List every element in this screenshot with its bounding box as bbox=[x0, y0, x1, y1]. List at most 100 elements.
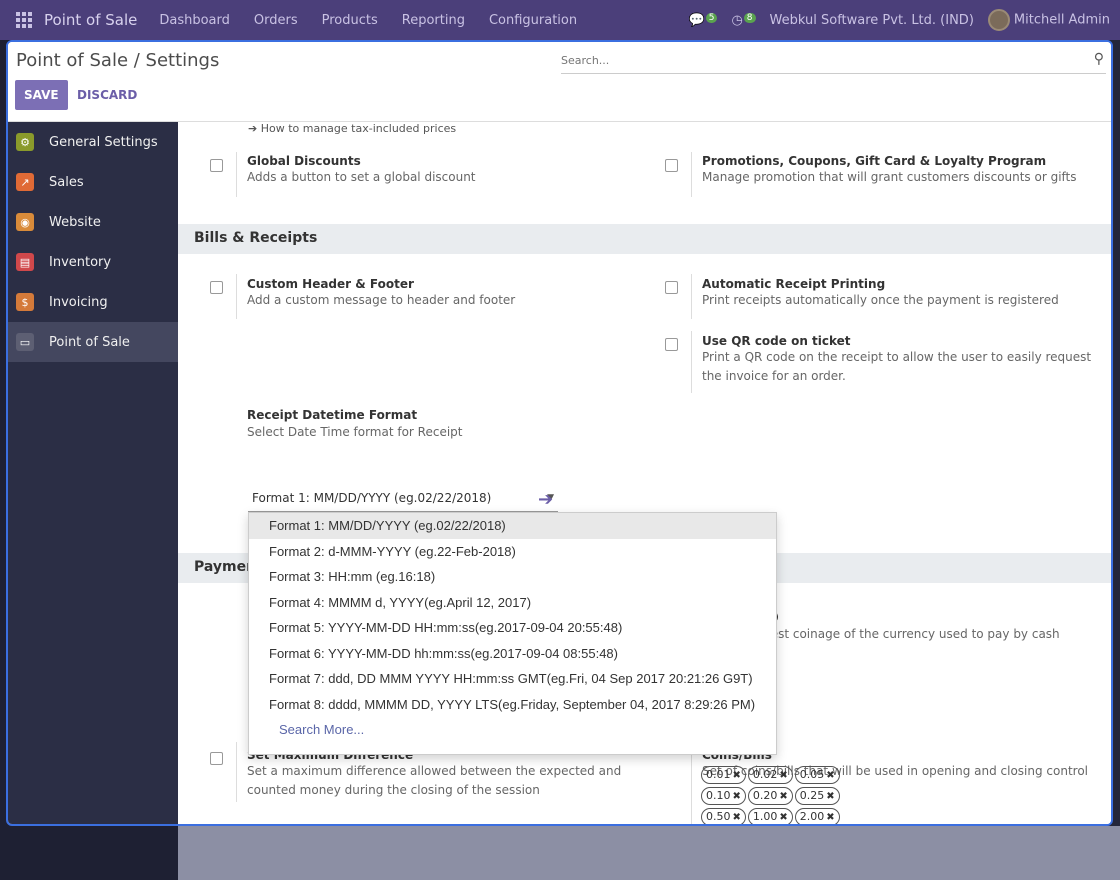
coin-tag-label: 1.00 bbox=[752, 810, 778, 823]
sidebar-item-label: Website bbox=[49, 214, 101, 230]
sidebar-item-inventory[interactable]: ▤ Inventory bbox=[8, 242, 178, 282]
divider bbox=[691, 274, 692, 319]
control-panel: Point of Sale / Settings ⚲ SAVE DISCARD bbox=[8, 42, 1111, 122]
coin-tag[interactable]: 0.20 ✖ bbox=[747, 787, 793, 805]
dropdown-option[interactable]: Format 2: d-MMM-YYYY (eg.22-Feb-2018) bbox=[249, 539, 776, 565]
sidebar-item-label: Invoicing bbox=[49, 294, 108, 310]
settings-sidebar: ⚙ General Settings ↗ Sales ◉ Website ▤ I… bbox=[8, 122, 178, 824]
sidebar-item-label: General Settings bbox=[49, 134, 158, 150]
coins-tag-list: 0.01 ✖ 0.02 ✖ 0.05 ✖ 0.10 ✖ 0.20 ✖ 0.25 ✖ 0.50 ✖ 1.00 ✖… bbox=[701, 766, 901, 824]
qr-code-option: Use QR code on ticket Print a QR code on… bbox=[702, 334, 1097, 386]
auto-receipt-title: Automatic Receipt Printing bbox=[702, 277, 886, 291]
sidebar-item-label: Point of Sale bbox=[49, 334, 130, 350]
clock-icon: ◷ bbox=[731, 12, 743, 28]
coin-tag[interactable]: 0.50 ✖ bbox=[701, 808, 746, 824]
tax-link-label: How to manage tax-included prices bbox=[260, 122, 457, 135]
top-navbar: Point of Sale Dashboard Orders Products … bbox=[0, 0, 1120, 40]
divider bbox=[691, 331, 692, 393]
coin-tag-label: 0.10 bbox=[706, 789, 731, 802]
remove-tag-icon[interactable]: ✖ bbox=[733, 812, 741, 823]
apps-menu-icon[interactable] bbox=[16, 12, 32, 28]
store-icon: ▭ bbox=[16, 333, 34, 351]
remove-tag-icon[interactable]: ✖ bbox=[779, 770, 787, 781]
tag-row: 0.01 ✖ 0.02 ✖ 0.05 ✖ bbox=[701, 766, 901, 784]
settings-window: Point of Sale / Settings ⚲ SAVE DISCARD … bbox=[6, 40, 1113, 826]
search-input[interactable] bbox=[561, 48, 1081, 72]
chat-icon: 💬 bbox=[688, 12, 705, 28]
dropdown-option[interactable]: Format 6: YYYY-MM-DD hh:mm:ss(eg.2017-09… bbox=[249, 641, 776, 667]
datetime-format-select[interactable]: Format 1: MM/DD/YYYY (eg.02/22/2018) ▼ bbox=[248, 488, 558, 512]
sidebar-item-point-of-sale[interactable]: ▭ Point of Sale bbox=[8, 322, 178, 362]
remove-tag-icon[interactable]: ✖ bbox=[779, 791, 787, 802]
menu-configuration[interactable]: Configuration bbox=[489, 13, 577, 28]
divider bbox=[236, 152, 237, 197]
coin-tag[interactable]: 0.25 ✖ bbox=[794, 787, 840, 805]
global-discounts-checkbox[interactable] bbox=[210, 159, 223, 172]
promotions-option: Promotions, Coupons, Gift Card & Loyalty… bbox=[702, 154, 1077, 187]
coin-tag-label: 0.50 bbox=[706, 810, 731, 823]
divider bbox=[236, 274, 237, 319]
activity-badge: 8 bbox=[743, 12, 756, 23]
coin-tag-label: 0.05 bbox=[799, 768, 825, 781]
user-menu[interactable]: Mitchell Admin bbox=[987, 9, 1110, 31]
settings-content: ➔ How to manage tax-included prices Glob… bbox=[178, 122, 1111, 824]
dropdown-option[interactable]: Format 8: dddd, MMMM DD, YYYY LTS(eg.Fri… bbox=[249, 692, 776, 718]
coin-tag[interactable]: 0.05 ✖ bbox=[794, 766, 840, 784]
remove-tag-icon[interactable]: ✖ bbox=[826, 791, 834, 802]
coin-tag[interactable]: 0.02 ✖ bbox=[747, 766, 793, 784]
sidebar-item-website[interactable]: ◉ Website bbox=[8, 202, 178, 242]
remove-tag-icon[interactable]: ✖ bbox=[779, 812, 787, 823]
max-difference-option: Set Maximum Difference Set a maximum dif… bbox=[247, 748, 647, 800]
promotions-checkbox[interactable] bbox=[665, 159, 678, 172]
remove-tag-icon[interactable]: ✖ bbox=[826, 812, 834, 823]
open-record-arrow-icon[interactable]: ➔ bbox=[538, 489, 553, 510]
discard-button[interactable]: DISCARD bbox=[71, 80, 143, 110]
tax-help-link[interactable]: ➔ How to manage tax-included prices bbox=[248, 122, 456, 135]
search-more-link[interactable]: Search More... bbox=[249, 717, 776, 737]
menu-dashboard[interactable]: Dashboard bbox=[159, 13, 230, 28]
custom-header-checkbox[interactable] bbox=[210, 281, 223, 294]
auto-receipt-checkbox[interactable] bbox=[665, 281, 678, 294]
cash-rounding-desc: mallest coinage of the currency used to … bbox=[745, 627, 1060, 641]
menu-reporting[interactable]: Reporting bbox=[402, 13, 465, 28]
remove-tag-icon[interactable]: ✖ bbox=[733, 770, 741, 781]
dropdown-option[interactable]: Format 7: ddd, DD MMM YYYY HH:mm:ss GMT(… bbox=[249, 666, 776, 692]
sidebar-item-sales[interactable]: ↗ Sales bbox=[8, 162, 178, 202]
coin-tag-label: 2.00 bbox=[799, 810, 825, 823]
remove-tag-icon[interactable]: ✖ bbox=[826, 770, 834, 781]
user-name: Mitchell Admin bbox=[1013, 12, 1110, 28]
messages-button[interactable]: 💬 5 bbox=[688, 12, 718, 28]
coin-tag[interactable]: 2.00 ✖ bbox=[794, 808, 840, 824]
arrow-right-icon: ➔ bbox=[248, 122, 258, 135]
divider bbox=[691, 152, 692, 197]
qr-code-checkbox[interactable] bbox=[665, 338, 678, 351]
max-difference-desc: Set a maximum difference allowed between… bbox=[247, 764, 622, 797]
app-brand[interactable]: Point of Sale bbox=[44, 11, 137, 29]
datetime-option: Receipt Datetime Format Select Date Time… bbox=[247, 408, 463, 442]
activity-button[interactable]: ◷ 8 bbox=[731, 12, 756, 28]
auto-receipt-desc: Print receipts automatically once the pa… bbox=[702, 293, 1059, 307]
section-bills-receipts: Bills & Receipts bbox=[178, 224, 1111, 254]
sidebar-item-general-settings[interactable]: ⚙ General Settings bbox=[8, 122, 178, 162]
search-icon[interactable]: ⚲ bbox=[1094, 51, 1104, 67]
sidebar-item-invoicing[interactable]: $ Invoicing bbox=[8, 282, 178, 322]
remove-tag-icon[interactable]: ✖ bbox=[733, 791, 741, 802]
avatar bbox=[987, 9, 1010, 31]
company-switcher[interactable]: Webkul Software Pvt. Ltd. (IND) bbox=[770, 13, 974, 28]
dropdown-option[interactable]: Format 3: HH:mm (eg.16:18) bbox=[249, 564, 776, 590]
dropdown-option[interactable]: Format 4: MMMM d, YYYY(eg.April 12, 2017… bbox=[249, 590, 776, 616]
menu-orders[interactable]: Orders bbox=[254, 13, 298, 28]
dropdown-option[interactable]: Format 5: YYYY-MM-DD HH:mm:ss(eg.2017-09… bbox=[249, 615, 776, 641]
sidebar-item-label: Inventory bbox=[49, 254, 112, 270]
coin-tag[interactable]: 0.10 ✖ bbox=[701, 787, 746, 805]
coin-tag[interactable]: 1.00 ✖ bbox=[747, 808, 793, 824]
dropdown-option[interactable]: Format 1: MM/DD/YYYY (eg.02/22/2018) bbox=[249, 513, 776, 539]
max-difference-checkbox[interactable] bbox=[210, 752, 223, 765]
save-button[interactable]: SAVE bbox=[15, 80, 68, 110]
chart-icon: ↗ bbox=[16, 173, 34, 191]
menu-products[interactable]: Products bbox=[322, 13, 378, 28]
coin-tag[interactable]: 0.01 ✖ bbox=[701, 766, 746, 784]
backdrop-bottom bbox=[178, 826, 1120, 880]
datetime-selected-value: Format 1: MM/DD/YYYY (eg.02/22/2018) bbox=[252, 491, 492, 505]
divider bbox=[236, 742, 237, 802]
